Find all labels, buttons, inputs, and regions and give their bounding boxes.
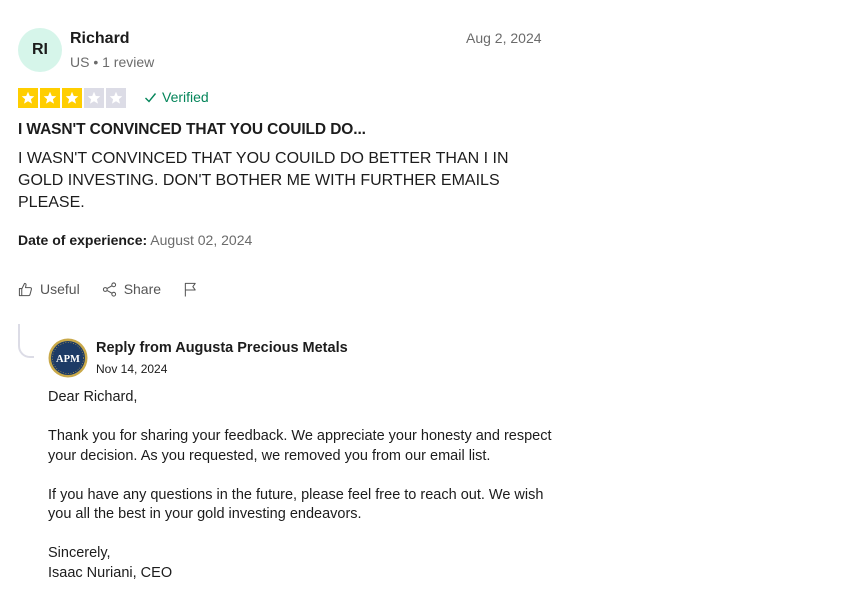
reply-paragraph: If you have any questions in the future,… (48, 486, 544, 523)
reply-paragraph: Dear Richard, (48, 389, 138, 405)
useful-button[interactable]: Useful (18, 281, 80, 297)
flag-icon (184, 282, 196, 297)
reply-from: Reply from Augusta Precious Metals (96, 340, 348, 356)
share-label: Share (123, 281, 162, 297)
star-icon (18, 88, 38, 108)
share-icon (102, 281, 116, 297)
experience-date: August 02, 2024 (150, 232, 253, 248)
star-icon (62, 88, 82, 108)
useful-label: Useful (40, 281, 80, 297)
verified-badge[interactable]: Verified (144, 89, 209, 105)
svg-text:APM: APM (56, 354, 80, 365)
reply-date: Nov 14, 2024 (96, 362, 168, 376)
reply-paragraph: Thank you for sharing your feedback. We … (48, 428, 552, 464)
reviewer-meta: US • 1 review (70, 54, 155, 70)
reviewer-name[interactable]: Richard (70, 30, 130, 48)
star-icon (84, 88, 104, 108)
share-button[interactable]: Share (102, 281, 161, 297)
star-icon (40, 88, 60, 108)
report-button[interactable] (183, 282, 198, 297)
review-actions: Useful Share (18, 281, 220, 297)
check-icon (145, 92, 157, 103)
review-text: I WASN'T CONVINCED THAT YOU COUILD DO BE… (18, 150, 509, 211)
avatar[interactable]: RI (18, 28, 62, 72)
date-of-experience: Date of experience: August 02, 2024 (18, 232, 252, 248)
thumbs-up-icon (18, 282, 32, 296)
reply-signature: Sincerely, Isaac Nuriani, CEO (48, 545, 173, 581)
reply-connector (18, 324, 34, 358)
star-rating (18, 88, 126, 108)
company-logo: APM (48, 338, 88, 378)
star-icon (106, 88, 126, 108)
reply-body: Dear Richard, Thank you for sharing your… (48, 388, 568, 583)
verified-label: Verified (162, 89, 209, 105)
experience-label: Date of experience: (18, 232, 148, 248)
review-date: Aug 2, 2024 (466, 30, 542, 46)
review-title[interactable]: I WASN'T CONVINCED THAT YOU COUILD DO... (18, 121, 366, 139)
